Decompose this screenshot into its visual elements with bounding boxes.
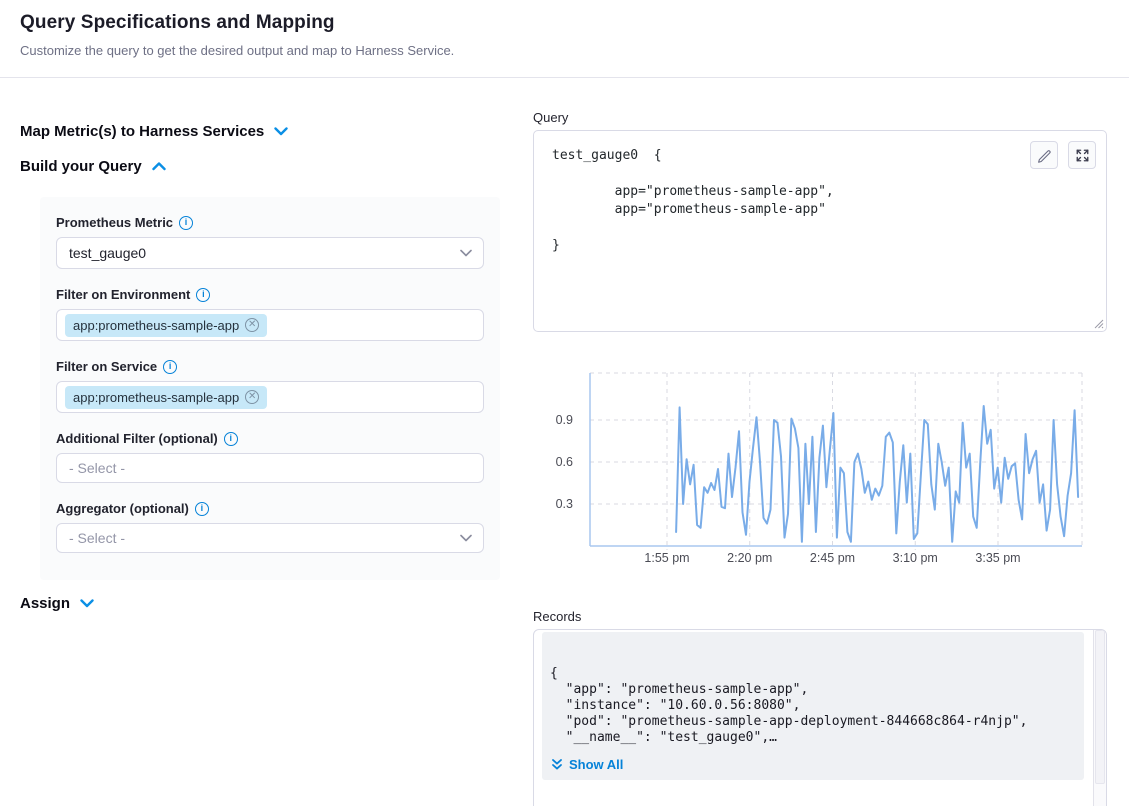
svg-text:0.3: 0.3 — [556, 497, 573, 511]
service-filter-chip-label: app:prometheus-sample-app — [73, 390, 239, 405]
chevron-down-icon — [274, 127, 288, 136]
section-map-metrics-label: Map Metric(s) to Harness Services — [20, 123, 264, 140]
environment-filter-chip: app:prometheus-sample-app ✕ — [65, 314, 267, 337]
header-divider — [0, 77, 1129, 78]
remove-chip-icon[interactable]: ✕ — [245, 318, 259, 332]
aggregator-select[interactable]: - Select - — [56, 523, 484, 553]
filter-service-input[interactable]: app:prometheus-sample-app ✕ — [56, 381, 484, 413]
expand-icon — [1075, 148, 1090, 163]
query-panel-label: Query — [533, 110, 568, 125]
field-filter-environment: Filter on Environment i app:prometheus-s… — [56, 287, 484, 341]
show-all-link[interactable]: Show All — [551, 757, 623, 772]
build-query-form: Prometheus Metric i test_gauge0 Filter o… — [40, 197, 500, 580]
aggregator-label-row: Aggregator (optional) i — [56, 501, 484, 516]
line-chart-svg: 0.3 0.6 0.9 1:55 pm 2:20 pm 2:45 pm 3:10 pm 3:3… — [533, 363, 1107, 568]
svg-text:0.6: 0.6 — [556, 455, 573, 469]
records-panel: { "app": "prometheus-sample-app", "insta… — [533, 629, 1107, 806]
filter-environment-label-row: Filter on Environment i — [56, 287, 484, 302]
additional-filter-placeholder: - Select - — [69, 460, 125, 476]
info-icon[interactable]: i — [163, 360, 177, 374]
additional-filter-label-row: Additional Filter (optional) i — [56, 431, 484, 446]
section-assign[interactable]: Assign — [20, 595, 94, 612]
field-filter-service: Filter on Service i app:prometheus-sampl… — [56, 359, 484, 413]
svg-text:2:20 pm: 2:20 pm — [727, 551, 772, 565]
aggregator-placeholder: - Select - — [69, 530, 125, 546]
field-aggregator: Aggregator (optional) i - Select - — [56, 501, 484, 553]
expand-query-button[interactable] — [1068, 141, 1096, 169]
prometheus-metric-label: Prometheus Metric — [56, 215, 173, 230]
query-editor: test_gauge0 { app="prometheus-sample-app… — [533, 130, 1107, 332]
records-scrollbar-thumb[interactable] — [1095, 630, 1105, 784]
info-icon[interactable]: i — [179, 216, 193, 230]
double-chevron-down-icon — [551, 758, 563, 771]
info-icon[interactable]: i — [195, 502, 209, 516]
metric-timeseries-chart: 0.3 0.6 0.9 1:55 pm 2:20 pm 2:45 pm 3:10 pm 3:3… — [533, 363, 1107, 568]
filter-service-label-row: Filter on Service i — [56, 359, 484, 374]
filter-service-label: Filter on Service — [56, 359, 157, 374]
aggregator-label: Aggregator (optional) — [56, 501, 189, 516]
filter-environment-input[interactable]: app:prometheus-sample-app ✕ — [56, 309, 484, 341]
record-json: { "app": "prometheus-sample-app", "insta… — [542, 632, 1084, 746]
section-build-query[interactable]: Build your Query — [20, 158, 166, 175]
additional-filter-select[interactable]: - Select - — [56, 453, 484, 483]
records-scrollbar[interactable] — [1093, 630, 1106, 806]
section-build-query-label: Build your Query — [20, 158, 142, 175]
remove-chip-icon[interactable]: ✕ — [245, 390, 259, 404]
record-card: { "app": "prometheus-sample-app", "insta… — [542, 632, 1084, 780]
prometheus-metric-select[interactable]: test_gauge0 — [56, 237, 484, 269]
section-map-metrics[interactable]: Map Metric(s) to Harness Services — [20, 123, 288, 140]
page-title: Query Specifications and Mapping — [20, 12, 335, 34]
svg-text:3:10 pm: 3:10 pm — [893, 551, 938, 565]
query-specifications-page: Query Specifications and Mapping Customi… — [0, 0, 1129, 806]
svg-text:1:55 pm: 1:55 pm — [644, 551, 689, 565]
info-icon[interactable]: i — [224, 432, 238, 446]
filter-environment-label: Filter on Environment — [56, 287, 190, 302]
chevron-down-icon — [80, 599, 94, 608]
chevron-down-icon — [460, 249, 472, 257]
pencil-icon — [1036, 147, 1052, 163]
edit-query-button[interactable] — [1030, 141, 1058, 169]
svg-text:3:35 pm: 3:35 pm — [975, 551, 1020, 565]
section-assign-label: Assign — [20, 595, 70, 612]
prometheus-metric-label-row: Prometheus Metric i — [56, 215, 484, 230]
field-prometheus-metric: Prometheus Metric i test_gauge0 — [56, 215, 484, 269]
records-panel-label: Records — [533, 609, 581, 624]
prometheus-metric-value: test_gauge0 — [69, 245, 146, 261]
resize-grip-icon[interactable] — [1092, 317, 1104, 329]
service-filter-chip: app:prometheus-sample-app ✕ — [65, 386, 267, 409]
info-icon[interactable]: i — [196, 288, 210, 302]
field-additional-filter: Additional Filter (optional) i - Select … — [56, 431, 484, 483]
svg-text:2:45 pm: 2:45 pm — [810, 551, 855, 565]
svg-text:0.9: 0.9 — [556, 413, 573, 427]
chevron-up-icon — [152, 162, 166, 171]
additional-filter-label: Additional Filter (optional) — [56, 431, 218, 446]
environment-filter-chip-label: app:prometheus-sample-app — [73, 318, 239, 333]
page-subtitle: Customize the query to get the desired o… — [20, 43, 454, 58]
chevron-down-icon — [460, 534, 472, 542]
query-code: test_gauge0 { app="prometheus-sample-app… — [534, 131, 1106, 255]
show-all-label: Show All — [569, 757, 623, 772]
